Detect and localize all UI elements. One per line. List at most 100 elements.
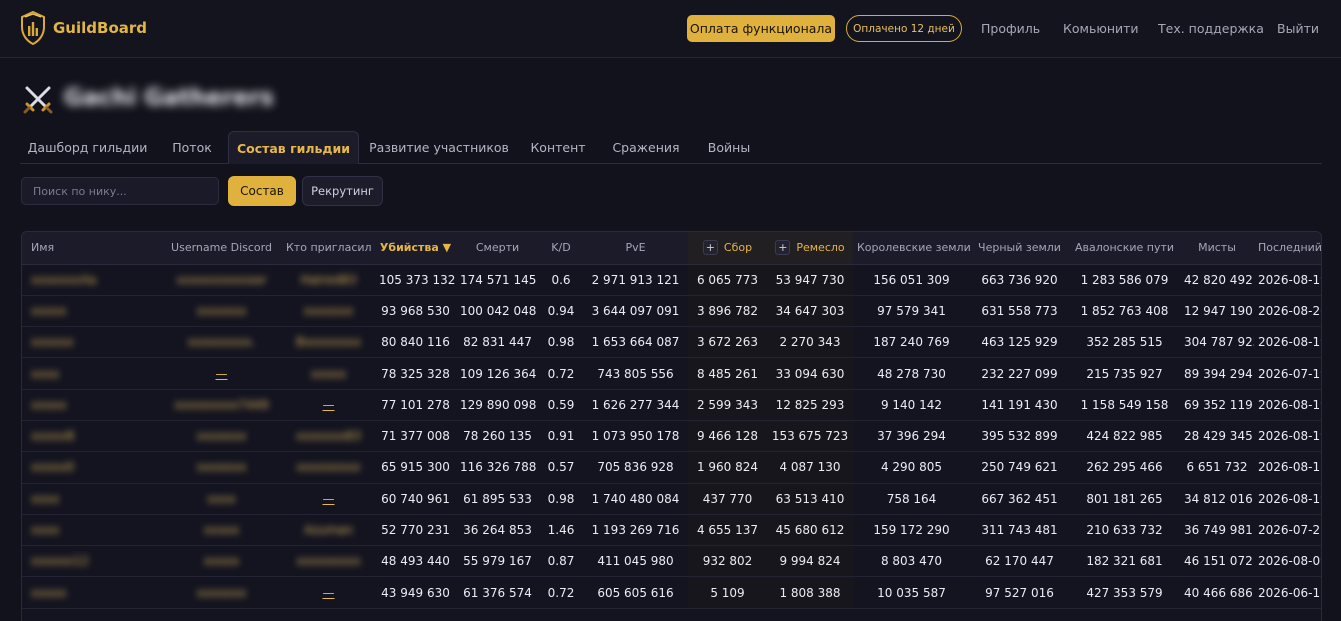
- discord-username-text[interactable]: xxxxxxxxxxxor: [176, 273, 266, 287]
- recruiting-button[interactable]: Рекрутинг: [302, 176, 383, 206]
- cell-discord-username[interactable]: xxxxxxxxxxxor: [161, 264, 282, 296]
- col-kd[interactable]: K/D: [539, 232, 583, 265]
- nav-community[interactable]: Комьюнити: [1063, 21, 1139, 36]
- member-name-text[interactable]: xxxx: [31, 492, 59, 506]
- discord-username-text[interactable]: xxxxxxx: [197, 586, 247, 600]
- invited-by-text[interactable]: —: [323, 492, 335, 506]
- cell-discord-username[interactable]: xxxxxxx: [161, 451, 282, 484]
- cell-discord-username[interactable]: —: [161, 357, 282, 390]
- cell-member-name[interactable]: xxxx: [22, 357, 161, 390]
- discord-username-text[interactable]: xxxxxxx: [197, 304, 247, 318]
- col-gathering[interactable]: + Сбор: [688, 232, 767, 265]
- table-row[interactable]: xxxxxxxXa xxxxxxxxxxxor Hatred83 105 373 13…: [22, 264, 1321, 296]
- col-black-lands[interactable]: Черный земли: [970, 232, 1069, 265]
- tab-content[interactable]: Контент: [526, 131, 590, 164]
- member-name-text[interactable]: xxxx: [31, 367, 59, 381]
- table-row[interactable]: xxxxx8 xxxxxxx xxxxxxx83 71 377 008 78 260 1…: [22, 420, 1321, 453]
- member-name-text[interactable]: xxxxx: [31, 398, 67, 412]
- nav-profile[interactable]: Профиль: [981, 21, 1040, 36]
- cell-member-name[interactable]: xxxxx: [22, 295, 161, 328]
- col-pve[interactable]: PvE: [583, 232, 688, 265]
- table-row[interactable]: xxxx xxxxx Azuman 52 770 231 36 264 853 1.46 1…: [22, 514, 1321, 547]
- member-name-text[interactable]: xxxx: [31, 523, 59, 537]
- table-row[interactable]: xxxxxx xxxxxxxxx. Bxxxxxxxx 80 840 116 82 83…: [22, 326, 1321, 359]
- table-row[interactable]: xxxxx0 xxxxxxx xxxxxxxxx 65 915 300 116 326 …: [22, 451, 1321, 484]
- cell-invited-by[interactable]: xxxxx: [282, 357, 375, 390]
- col-invited-by[interactable]: Кто пригласил: [282, 232, 375, 265]
- cell-invited-by[interactable]: xxxxxxx: [282, 295, 375, 328]
- invited-by-text[interactable]: Hatred83: [300, 273, 356, 287]
- cell-invited-by[interactable]: —: [282, 389, 375, 421]
- cell-member-name[interactable]: xxxxxxxXa: [22, 264, 161, 296]
- nav-support[interactable]: Тех. поддержка: [1158, 21, 1264, 36]
- discord-username-text[interactable]: xxxxxxxxx7449: [174, 398, 268, 412]
- invited-by-text[interactable]: —: [323, 586, 335, 600]
- cell-invited-by[interactable]: Hatred83: [282, 264, 375, 296]
- roster-button[interactable]: Состав: [228, 176, 296, 206]
- invited-by-text[interactable]: xxxxxxxxx: [297, 554, 361, 568]
- cell-discord-username[interactable]: xxxxxxx: [161, 420, 282, 453]
- member-name-text[interactable]: xxxxx: [31, 304, 67, 318]
- discord-username-text[interactable]: xxxxx: [204, 554, 240, 568]
- expand-plus-icon[interactable]: +: [702, 240, 718, 256]
- table-row[interactable]: xxxxx xxxxxxx —43 949 630 61 376 574 0.72 605…: [22, 576, 1321, 609]
- cell-member-name[interactable]: xxxxx0: [22, 451, 161, 484]
- discord-username-text[interactable]: xxxxxxx: [197, 460, 247, 474]
- col-last-login[interactable]: Последний захо: [1254, 232, 1321, 265]
- cell-member-name[interactable]: xxxxx: [22, 389, 161, 421]
- cell-discord-username[interactable]: xxxxx: [161, 514, 282, 547]
- cell-invited-by[interactable]: xxxxxxxxx: [282, 545, 375, 578]
- discord-username-text[interactable]: xxxxxxx: [197, 429, 247, 443]
- invited-by-text[interactable]: xxxxxxxxx: [297, 460, 361, 474]
- col-avalon-roads[interactable]: Авалонские пути: [1069, 232, 1180, 265]
- invited-by-text[interactable]: xxxxxxx83: [296, 429, 361, 443]
- nickname-search-input[interactable]: [21, 177, 219, 205]
- col-discord[interactable]: Username Discord: [161, 232, 282, 265]
- nav-logout[interactable]: Выйти: [1277, 21, 1319, 36]
- cell-invited-by[interactable]: —: [282, 483, 375, 515]
- cell-invited-by[interactable]: Azuman: [282, 514, 375, 547]
- col-mists[interactable]: Мисты: [1180, 232, 1254, 265]
- tab-member-progress[interactable]: Развитие участников: [369, 131, 509, 164]
- cell-member-name[interactable]: xxxx: [22, 514, 161, 547]
- cell-discord-username[interactable]: xxxxxxx: [161, 576, 282, 609]
- member-name-text[interactable]: xxxxxx: [31, 335, 74, 349]
- col-name[interactable]: Имя: [22, 232, 161, 265]
- member-name-text[interactable]: xxxxxx12: [31, 554, 89, 568]
- cell-discord-username[interactable]: xxxxxxx: [161, 295, 282, 328]
- table-row[interactable]: xxxx xxxx — 60 740 961 61 895 533 0.98 1 740 4…: [22, 483, 1321, 515]
- cell-invited-by[interactable]: —: [282, 576, 375, 609]
- cell-discord-username[interactable]: xxxx: [161, 483, 282, 515]
- cell-discord-username[interactable]: xxxxxxxxx7449: [161, 389, 282, 421]
- col-deaths[interactable]: Смерти: [456, 232, 539, 265]
- brand-name[interactable]: GuildBoard: [53, 19, 147, 37]
- member-name-text[interactable]: xxxxxxxXa: [31, 273, 96, 287]
- col-royal-lands[interactable]: Королевские земли: [853, 232, 970, 265]
- cell-discord-username[interactable]: xxxxxxxxx.: [161, 326, 282, 359]
- invited-by-text[interactable]: —: [323, 398, 335, 412]
- table-row[interactable]: xxxxx xxxxxxxxx7449 — 77 101 278 129 890 098…: [22, 389, 1321, 421]
- table-row[interactable]: xxxxx xxxxxxx xxxxxxx 93 968 530 100 042 048…: [22, 295, 1321, 328]
- cell-member-name[interactable]: xxxxx8: [22, 420, 161, 453]
- cell-member-name[interactable]: xxxx: [22, 483, 161, 515]
- cell-invited-by[interactable]: xxxxxxxxx: [282, 451, 375, 484]
- tab-roster[interactable]: Состав гильдии: [228, 131, 359, 164]
- roster-table-container[interactable]: Имя Username Discord Кто пригласил Убийс…: [21, 231, 1322, 621]
- col-kills[interactable]: Убийства ▼: [375, 232, 456, 265]
- invited-by-text[interactable]: xxxxx: [311, 367, 347, 381]
- invited-by-text[interactable]: Bxxxxxxxx: [296, 335, 361, 349]
- cell-member-name[interactable]: xxxxxx12: [22, 545, 161, 578]
- table-row[interactable]: xxxx — xxxxx 78 325 328 109 126 364 0.72 743 8…: [22, 357, 1321, 390]
- expand-plus-icon[interactable]: +: [775, 240, 791, 256]
- discord-username-text[interactable]: xxxxx: [204, 523, 240, 537]
- discord-username-text[interactable]: xxxx: [207, 492, 235, 506]
- discord-username-text[interactable]: —: [216, 367, 228, 381]
- cell-invited-by[interactable]: xxxxxxx83: [282, 420, 375, 453]
- cell-invited-by[interactable]: Bxxxxxxxx: [282, 326, 375, 359]
- pay-features-button[interactable]: Оплата функционала: [687, 15, 835, 42]
- discord-username-text[interactable]: xxxxxxxxx.: [188, 335, 256, 349]
- table-row[interactable]: xxxxxx12 xxxxx xxxxxxxxx 48 493 440 55 979 1…: [22, 545, 1321, 578]
- invited-by-text[interactable]: Azuman: [304, 523, 353, 537]
- tab-battles[interactable]: Сражения: [608, 131, 684, 164]
- cell-discord-username[interactable]: xxxxx: [161, 545, 282, 578]
